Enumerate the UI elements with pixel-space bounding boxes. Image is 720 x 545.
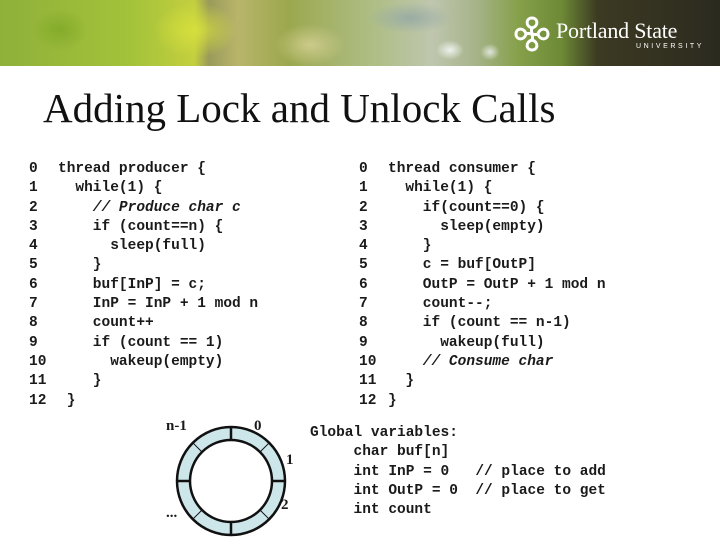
line-number: 10: [29, 353, 47, 370]
code-line: 7 count--;: [359, 295, 606, 314]
code-text: count--;: [388, 296, 493, 313]
code-line: 9 wakeup(full): [359, 334, 606, 353]
line-number: 11: [359, 373, 377, 390]
code-line: 8 count++: [29, 314, 258, 333]
line-number: 5: [29, 257, 38, 274]
line-number: 1: [29, 180, 38, 197]
code-text: }: [58, 373, 102, 390]
line-number: 2: [29, 199, 38, 216]
university-logo: Portland State UNIVERSITY: [512, 14, 712, 54]
code-line: 3 sleep(empty): [359, 218, 606, 237]
code-text: thread consumer {: [388, 161, 536, 177]
line-number: 3: [359, 218, 368, 235]
global-variable-line: int count: [310, 502, 432, 519]
ring-label-ellipsis: ...: [166, 505, 178, 521]
psu-knot-logo-icon: [514, 16, 550, 52]
line-number: 0: [29, 161, 38, 177]
global-variables-block: Global variables: char buf[n] int InP = …: [310, 424, 606, 520]
code-line: 6 OutP = OutP + 1 mod n: [359, 276, 606, 295]
logo-subname: UNIVERSITY: [636, 43, 705, 50]
line-number: 8: [359, 315, 368, 332]
globals-heading: Global variables:: [310, 425, 458, 441]
code-line: 0 thread consumer {: [359, 160, 606, 179]
line-number: 9: [29, 334, 38, 351]
line-number: 11: [29, 373, 47, 390]
ring-inner-edge: [188, 438, 274, 524]
line-number: 12: [29, 392, 47, 409]
line-number: 6: [29, 276, 38, 293]
code-line: 9 if (count == 1): [29, 334, 258, 353]
line-number: 10: [359, 353, 377, 370]
code-text: c = buf[OutP]: [388, 257, 536, 274]
code-line: 4 }: [359, 237, 606, 256]
header-banner: Portland State UNIVERSITY: [0, 0, 720, 66]
global-variable-line: int InP = 0 // place to add: [310, 463, 606, 480]
line-number: 6: [359, 276, 368, 293]
ring-label-n-minus-1: n-1: [166, 418, 187, 434]
code-text: while(1) {: [58, 180, 163, 197]
code-line: 8 if (count == n-1): [359, 314, 606, 333]
line-number: 0: [359, 161, 368, 177]
logo-name: Portland State: [556, 18, 678, 43]
line-number: 8: [29, 315, 38, 332]
code-line: 10 // Consume char: [359, 353, 606, 372]
code-text: wakeup(empty): [58, 353, 224, 370]
code-line: 1 while(1) {: [359, 179, 606, 198]
code-text: wakeup(full): [388, 334, 545, 351]
code-line: 2 if(count==0) {: [359, 199, 606, 218]
code-comment: // Produce char c: [58, 199, 241, 216]
ring-label-0: 0: [254, 418, 262, 434]
code-line: 5 }: [29, 256, 258, 275]
code-line: 10 wakeup(empty): [29, 353, 258, 372]
line-number: 7: [29, 296, 38, 313]
code-line: 5 c = buf[OutP]: [359, 256, 606, 275]
line-number: 4: [359, 238, 368, 255]
line-number: 2: [359, 199, 368, 216]
code-text: sleep(empty): [388, 218, 545, 235]
line-number: 7: [359, 296, 368, 313]
slide-title: Adding Lock and Unlock Calls: [43, 85, 556, 131]
line-number: 1: [359, 180, 368, 197]
line-number: 5: [359, 257, 368, 274]
code-comment: // Consume char: [388, 353, 554, 370]
consumer-code-block: 0 thread consumer {1 while(1) {2 if(count…: [359, 160, 606, 411]
line-number: 3: [29, 218, 38, 235]
code-text: buf[InP] = c;: [58, 276, 206, 293]
code-text: }: [388, 373, 415, 390]
code-line: 7 InP = InP + 1 mod n: [29, 295, 258, 314]
ring-buffer-diagram: n-1 0 1 2 ...: [150, 410, 310, 540]
code-line: 11 }: [359, 372, 606, 391]
code-text: sleep(full): [58, 238, 206, 255]
ring-label-1: 1: [286, 452, 294, 468]
code-text: if (count == 1): [58, 334, 224, 351]
code-line: 12}: [359, 392, 606, 411]
code-text: }: [388, 238, 432, 255]
code-text: while(1) {: [388, 180, 493, 197]
code-line: 0 thread producer {: [29, 160, 258, 179]
line-number: 9: [359, 334, 368, 351]
code-text: }: [58, 257, 102, 274]
code-text: count++: [58, 315, 154, 332]
code-text: if (count==n) {: [58, 218, 224, 235]
code-text: }: [388, 392, 397, 409]
code-line: 12 }: [29, 392, 258, 411]
code-text: if(count==0) {: [388, 199, 545, 216]
code-line: 2 // Produce char c: [29, 199, 258, 218]
ring-label-2: 2: [281, 497, 289, 513]
line-number: 12: [359, 392, 377, 409]
code-line: 6 buf[InP] = c;: [29, 276, 258, 295]
code-line: 3 if (count==n) {: [29, 218, 258, 237]
code-text: OutP = OutP + 1 mod n: [388, 276, 606, 293]
code-line: 4 sleep(full): [29, 237, 258, 256]
code-line: 1 while(1) {: [29, 179, 258, 198]
global-variable-line: char buf[n]: [310, 444, 450, 461]
code-text: InP = InP + 1 mod n: [58, 296, 259, 313]
code-text: }: [58, 392, 76, 409]
code-text: thread producer {: [58, 161, 206, 177]
producer-code-block: 0 thread producer {1 while(1) {2 // Produ…: [29, 160, 258, 411]
global-variable-line: int OutP = 0 // place to get: [310, 482, 606, 499]
line-number: 4: [29, 238, 38, 255]
code-text: if (count == n-1): [388, 315, 571, 332]
code-line: 11 }: [29, 372, 258, 391]
